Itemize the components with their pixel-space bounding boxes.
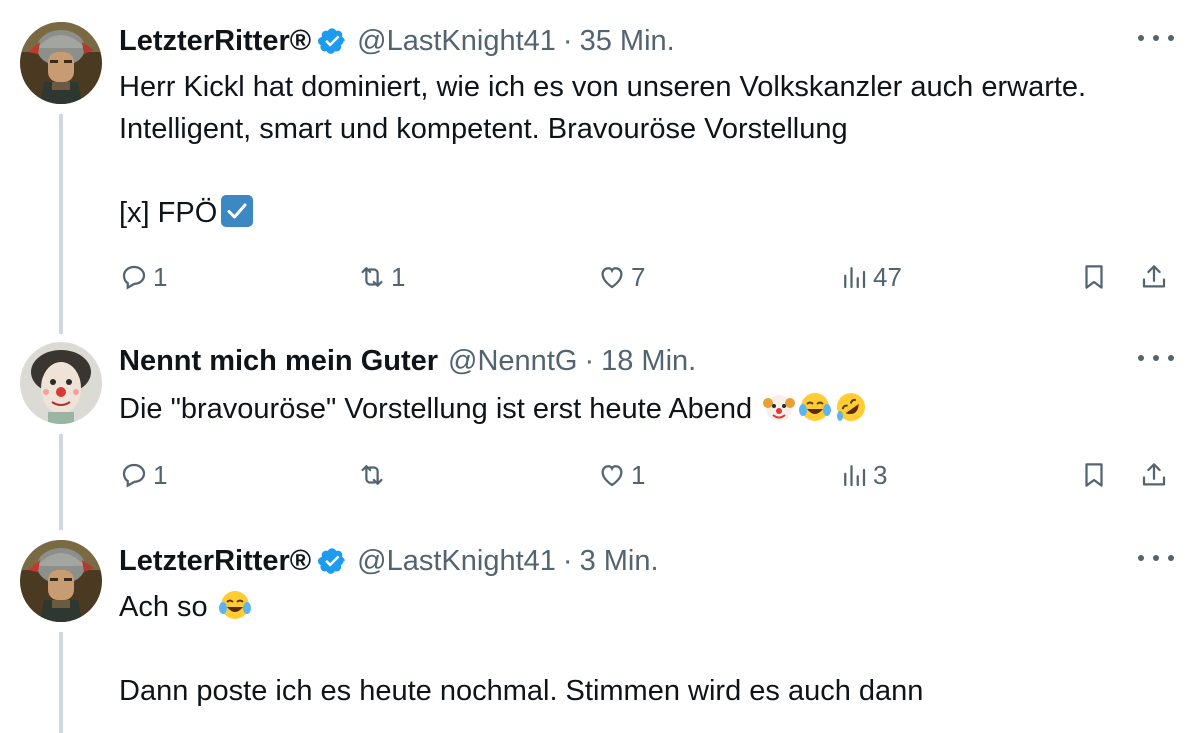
tweet-text-line: Ach so: [119, 586, 923, 628]
tweet-header: LetzterRitter® @LastKnight41 · 35 Min.: [119, 20, 675, 62]
tweet-1[interactable]: LetzterRitter® @LastKnight41 · 35 Min. H…: [0, 0, 1200, 340]
display-name[interactable]: LetzterRitter®: [119, 25, 311, 58]
thread-connector: [59, 434, 63, 530]
repost-button[interactable]: 1: [357, 257, 405, 297]
more-options-icon[interactable]: [1138, 26, 1174, 50]
repost-icon: [361, 465, 383, 485]
separator-dot: ·: [562, 544, 573, 577]
reply-icon: [122, 463, 146, 488]
like-button[interactable]: 1: [597, 455, 645, 495]
like-count: 7: [631, 261, 646, 292]
timestamp[interactable]: 35 Min.: [580, 25, 675, 58]
face-with-tears-of-joy-icon: [798, 390, 832, 424]
separator-dot: ·: [562, 24, 573, 57]
more-options-icon[interactable]: [1138, 346, 1174, 370]
views-count: 47: [873, 261, 902, 292]
views-count: 3: [873, 459, 888, 490]
views-button[interactable]: 47: [839, 257, 902, 297]
share-button[interactable]: [1139, 455, 1169, 495]
tweet-text-line: Intelligent, smart und kompetent. Bravou…: [119, 113, 848, 145]
views-button[interactable]: 3: [839, 455, 887, 495]
share-button[interactable]: [1139, 257, 1169, 297]
heart-icon: [601, 267, 623, 289]
analytics-icon: [844, 267, 866, 289]
knight-helmet-painting-icon: [20, 540, 102, 622]
tweet-text-line: [x] FPÖ: [119, 192, 1086, 234]
user-handle[interactable]: @LastKnight41: [357, 25, 556, 58]
thread-connector: [59, 632, 63, 733]
separator-dot: ·: [584, 344, 595, 377]
repost-count: 1: [391, 261, 406, 292]
avatar[interactable]: [20, 22, 102, 104]
analytics-icon: [844, 465, 866, 487]
tweet-3[interactable]: LetzterRitter® @LastKnight41 · 3 Min. Ac…: [0, 520, 1200, 733]
tweet-text: Die "bravouröse" Vorstellung ist erst he…: [119, 388, 868, 430]
verified-badge-icon[interactable]: [317, 546, 347, 576]
user-handle[interactable]: @LastKnight41: [357, 545, 556, 578]
tweet-text-fragment: Die "bravouröse" Vorstellung ist erst he…: [119, 393, 753, 425]
face-with-tears-of-joy-icon: [218, 588, 252, 622]
action-bar: 1 1 3: [119, 455, 1179, 495]
bookmark-button[interactable]: [1079, 455, 1109, 495]
avatar[interactable]: [20, 342, 102, 424]
avatar[interactable]: [20, 540, 102, 622]
timestamp[interactable]: 3 Min.: [580, 545, 659, 578]
user-handle[interactable]: @NenntG: [448, 345, 577, 378]
rolling-on-the-floor-laughing-icon: [834, 390, 868, 424]
reply-icon: [122, 265, 146, 290]
action-bar: 1 1 7 47: [119, 257, 1179, 297]
knight-helmet-painting-icon: [20, 22, 102, 104]
reply-button[interactable]: 1: [119, 257, 167, 297]
tweet-text-line: Die "bravouröse" Vorstellung ist erst he…: [119, 388, 868, 430]
tweet-header: Nennt mich mein Guter @NenntG · 18 Min.: [119, 340, 696, 382]
repost-button[interactable]: [357, 455, 391, 495]
share-icon: [1142, 463, 1166, 486]
tweet-text-line: Dann poste ich es heute nochmal. Stimmen…: [119, 675, 924, 707]
reply-count: 1: [153, 459, 168, 490]
tweet-text: Ach so Dann poste ich es heute nochmal. …: [119, 586, 923, 712]
reply-count: 1: [153, 261, 168, 292]
more-options-icon[interactable]: [1138, 546, 1174, 570]
clown-face-icon: [762, 390, 796, 424]
tweet-text: Herr Kickl hat dominiert, wie ich es von…: [119, 66, 1086, 234]
tweet-2[interactable]: Nennt mich mein Guter @NenntG · 18 Min. …: [0, 320, 1200, 530]
reply-button[interactable]: 1: [119, 455, 167, 495]
like-count: 1: [631, 459, 646, 490]
bookmark-icon: [1085, 463, 1103, 487]
heart-icon: [601, 465, 623, 487]
display-name[interactable]: Nennt mich mein Guter: [119, 345, 438, 378]
bookmark-button[interactable]: [1079, 257, 1109, 297]
clown-face-photo-icon: [20, 342, 102, 424]
repost-icon: [361, 267, 383, 287]
bookmark-icon: [1085, 265, 1103, 289]
tweet-text-fragment: Ach so: [119, 591, 208, 623]
share-icon: [1142, 265, 1166, 288]
display-name[interactable]: LetzterRitter®: [119, 545, 311, 578]
tweet-text-fragment: [x] FPÖ: [119, 197, 218, 229]
timestamp[interactable]: 18 Min.: [601, 345, 696, 378]
tweet-header: LetzterRitter® @LastKnight41 · 3 Min.: [119, 540, 659, 582]
check-box-with-check-icon: [221, 195, 254, 227]
like-button[interactable]: 7: [597, 257, 645, 297]
verified-badge-icon[interactable]: [317, 26, 347, 56]
thread-connector: [59, 114, 63, 334]
tweet-text-line: Herr Kickl hat dominiert, wie ich es von…: [119, 71, 1087, 103]
